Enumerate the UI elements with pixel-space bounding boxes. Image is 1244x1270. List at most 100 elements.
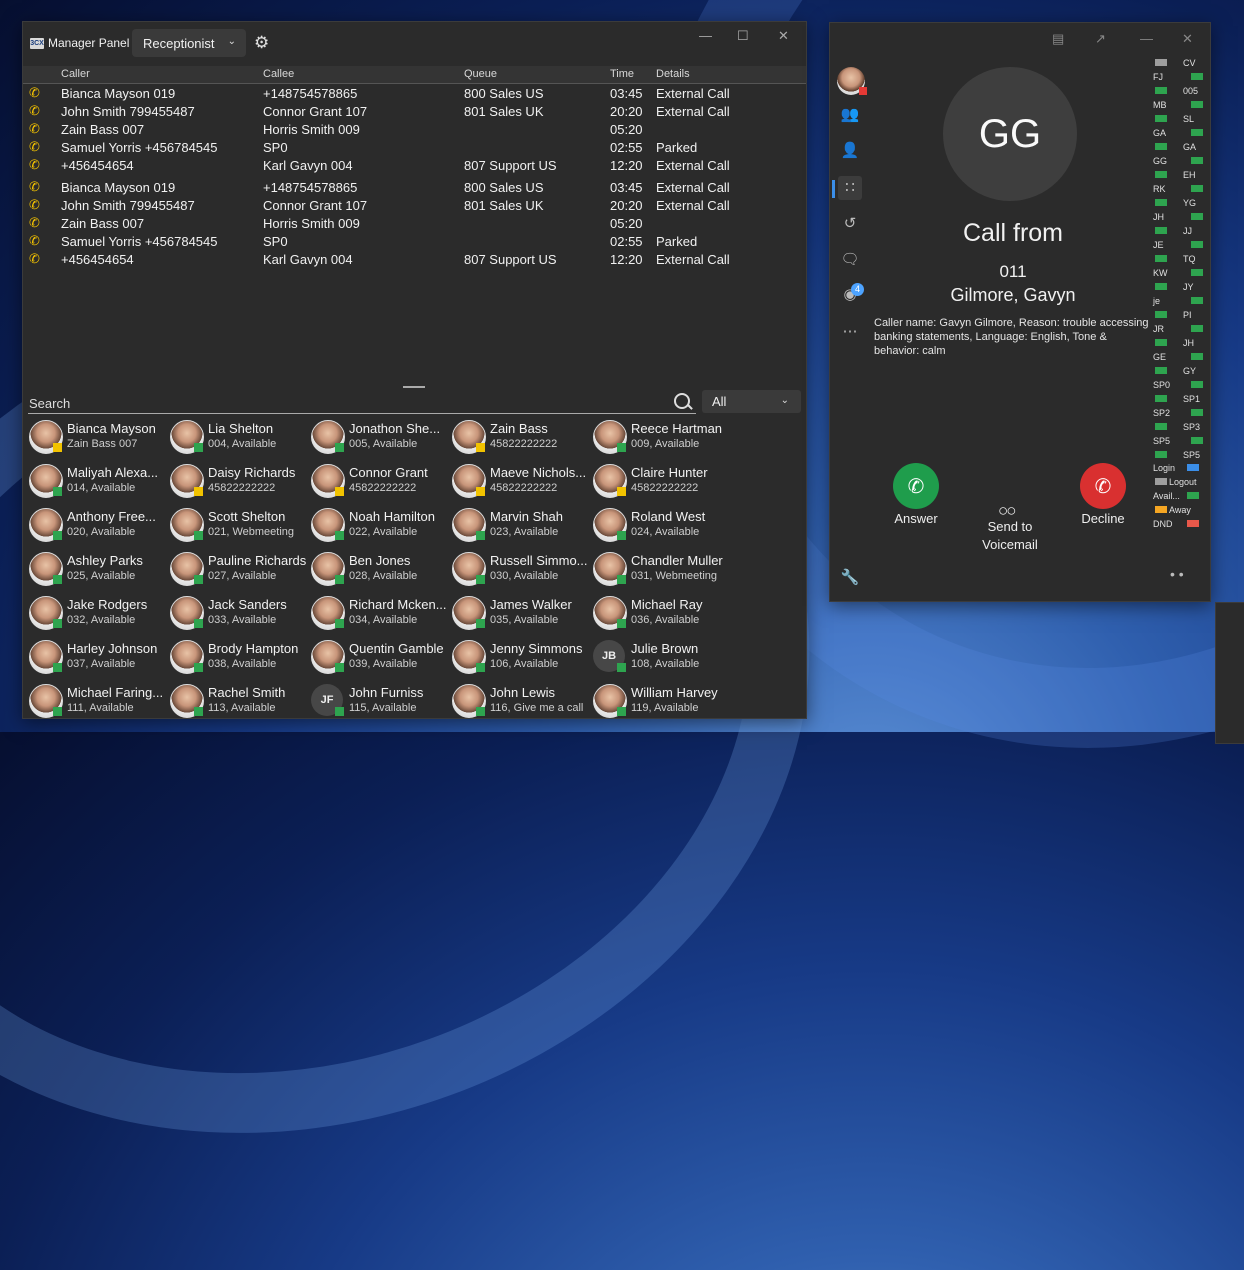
person-card[interactable]: James Walker 035, Available <box>452 594 593 638</box>
voicemail-label[interactable]: Send to Voicemail <box>975 518 1045 554</box>
minimize-button[interactable]: — <box>1140 31 1153 46</box>
gears-icon[interactable]: ⚙ <box>254 33 269 53</box>
more-icon[interactable]: ⋯ <box>838 320 862 344</box>
extension-status-row[interactable]: SP5 <box>1153 448 1203 462</box>
pager-dots[interactable]: • • <box>1170 566 1184 582</box>
col-caller[interactable]: Caller <box>61 68 90 80</box>
col-details[interactable]: Details <box>656 68 690 80</box>
call-row[interactable]: ✆ +456454654 Karl Gavyn 004 807 Support US 1… <box>23 156 806 174</box>
maximize-button[interactable]: ☐ <box>737 28 749 44</box>
extension-status-row[interactable]: PI <box>1153 308 1203 322</box>
person-card[interactable]: Richard Mcken... 034, Available <box>311 594 452 638</box>
wrench-icon[interactable]: 🔧 <box>838 566 862 590</box>
person-card[interactable]: Michael Faring... 111, Available <box>29 682 170 726</box>
extension-status-row[interactable]: SP2 <box>1153 406 1203 420</box>
person-card[interactable]: Jake Rodgers 032, Available <box>29 594 170 638</box>
extension-status-row[interactable]: CV <box>1153 56 1203 70</box>
extension-status-row[interactable]: 005 <box>1153 84 1203 98</box>
col-callee[interactable]: Callee <box>263 68 294 80</box>
person-card[interactable]: Pauline Richards 027, Available <box>170 550 311 594</box>
role-dropdown[interactable]: Receptionist ⌄ <box>132 29 246 57</box>
person-card[interactable]: Lia Shelton 004, Available <box>170 418 311 462</box>
person-card[interactable]: Jack Sanders 033, Available <box>170 594 311 638</box>
call-row[interactable]: ✆ Bianca Mayson 019 +148754578865 800 Sales… <box>23 84 806 102</box>
people-icon[interactable]: 👥 <box>838 103 862 127</box>
extension-status-row[interactable]: GY <box>1153 364 1203 378</box>
extension-status-row[interactable]: YG <box>1153 196 1203 210</box>
person-card[interactable]: Russell Simmo... 030, Available <box>452 550 593 594</box>
extension-status-row[interactable]: EH <box>1153 168 1203 182</box>
extension-status-row[interactable]: KW <box>1153 266 1203 280</box>
extension-status-row[interactable]: TQ <box>1153 252 1203 266</box>
extension-status-row[interactable]: JE <box>1153 238 1203 252</box>
person-card[interactable]: Reece Hartman 009, Available <box>593 418 734 462</box>
extension-status-row[interactable]: SL <box>1153 112 1203 126</box>
call-row[interactable]: ✆ John Smith 799455487 Connor Grant 107 801… <box>23 102 806 120</box>
person-card[interactable]: Noah Hamilton 022, Available <box>311 506 452 550</box>
extension-status-row[interactable]: je <box>1153 294 1203 308</box>
close-button[interactable]: ✕ <box>1182 31 1193 47</box>
contacts-icon[interactable]: 👤 <box>838 139 862 163</box>
search-icon[interactable] <box>674 393 690 409</box>
person-card[interactable]: Daisy Richards 45822222222 <box>170 462 311 506</box>
popout-icon[interactable]: ↗ <box>1095 31 1106 47</box>
col-queue[interactable]: Queue <box>464 68 497 80</box>
decline-button[interactable]: ✆ <box>1080 463 1126 509</box>
call-row[interactable]: ✆ Samuel Yorris +456784545 SP0 02:55 Parked <box>23 232 806 250</box>
person-card[interactable]: Michael Ray 036, Available <box>593 594 734 638</box>
person-card[interactable]: JB Julie Brown 108, Available <box>593 638 734 682</box>
close-button[interactable]: ✕ <box>778 28 789 44</box>
extension-status-row[interactable]: JR <box>1153 322 1203 336</box>
extension-status-row[interactable]: RK <box>1153 182 1203 196</box>
person-card[interactable]: John Lewis 116, Give me a call <box>452 682 593 726</box>
call-row[interactable]: ✆ +456454654 Karl Gavyn 004 807 Support US 1… <box>23 250 806 268</box>
extension-status-row[interactable]: GE <box>1153 350 1203 364</box>
splitter-handle[interactable] <box>403 386 425 388</box>
call-row[interactable]: ✆ Samuel Yorris +456784545 SP0 02:55 Parked <box>23 138 806 156</box>
person-card[interactable]: Scott Shelton 021, Webmeeting <box>170 506 311 550</box>
col-time[interactable]: Time <box>610 68 634 80</box>
person-card[interactable]: JF John Furniss 115, Available <box>311 682 452 726</box>
person-card[interactable]: Jonathon She... 005, Available <box>311 418 452 462</box>
person-card[interactable]: Brody Hampton 038, Available <box>170 638 311 682</box>
person-card[interactable]: Harley Johnson 037, Available <box>29 638 170 682</box>
person-card[interactable]: Anthony Free... 020, Available <box>29 506 170 550</box>
person-card[interactable]: William Harvey 119, Available <box>593 682 734 726</box>
person-card[interactable]: Bianca Mayson Zain Bass 007 <box>29 418 170 462</box>
extension-status-row[interactable]: SP3 <box>1153 420 1203 434</box>
chart-icon[interactable]: ▤ <box>1052 31 1064 47</box>
person-card[interactable]: Rachel Smith 113, Available <box>170 682 311 726</box>
call-row[interactable]: ✆ Bianca Mayson 019 +148754578865 800 Sales… <box>23 178 806 196</box>
extension-status-row[interactable]: SP1 <box>1153 392 1203 406</box>
call-row[interactable]: ✆ John Smith 799455487 Connor Grant 107 801… <box>23 196 806 214</box>
extension-status-row[interactable]: MB <box>1153 98 1203 112</box>
person-card[interactable]: Maliyah Alexa... 014, Available <box>29 462 170 506</box>
person-card[interactable]: Marvin Shah 023, Available <box>452 506 593 550</box>
filter-dropdown[interactable]: All ⌄ <box>702 390 801 413</box>
extension-status-row[interactable]: JH <box>1153 210 1203 224</box>
extension-status-row[interactable]: GG <box>1153 154 1203 168</box>
extension-status-row[interactable]: JH <box>1153 336 1203 350</box>
call-row[interactable]: ✆ Zain Bass 007 Horris Smith 009 05:20 <box>23 214 806 232</box>
person-card[interactable]: Chandler Muller 031, Webmeeting <box>593 550 734 594</box>
person-card[interactable]: Connor Grant 45822222222 <box>311 462 452 506</box>
person-card[interactable]: Claire Hunter 45822222222 <box>593 462 734 506</box>
person-card[interactable]: Jenny Simmons 106, Available <box>452 638 593 682</box>
person-card[interactable]: Ben Jones 028, Available <box>311 550 452 594</box>
person-card[interactable]: Zain Bass 45822222222 <box>452 418 593 462</box>
answer-button[interactable]: ✆ <box>893 463 939 509</box>
minimize-button[interactable]: — <box>699 28 712 43</box>
extension-status-row[interactable]: GA <box>1153 126 1203 140</box>
extension-status-row[interactable]: SP5 <box>1153 434 1203 448</box>
extension-status-row[interactable]: JJ <box>1153 224 1203 238</box>
call-row[interactable]: ✆ Zain Bass 007 Horris Smith 009 05:20 <box>23 120 806 138</box>
search-input[interactable]: Search <box>28 393 696 414</box>
person-card[interactable]: Ashley Parks 025, Available <box>29 550 170 594</box>
dialpad-icon[interactable]: ∷ <box>838 176 862 200</box>
extension-status-row[interactable]: GA <box>1153 140 1203 154</box>
person-card[interactable]: Quentin Gamble 039, Available <box>311 638 452 682</box>
extension-status-row[interactable]: FJ <box>1153 70 1203 84</box>
person-card[interactable]: Maeve Nichols... 45822222222 <box>452 462 593 506</box>
extension-status-row[interactable]: SP0 <box>1153 378 1203 392</box>
extension-status-row[interactable]: JY <box>1153 280 1203 294</box>
